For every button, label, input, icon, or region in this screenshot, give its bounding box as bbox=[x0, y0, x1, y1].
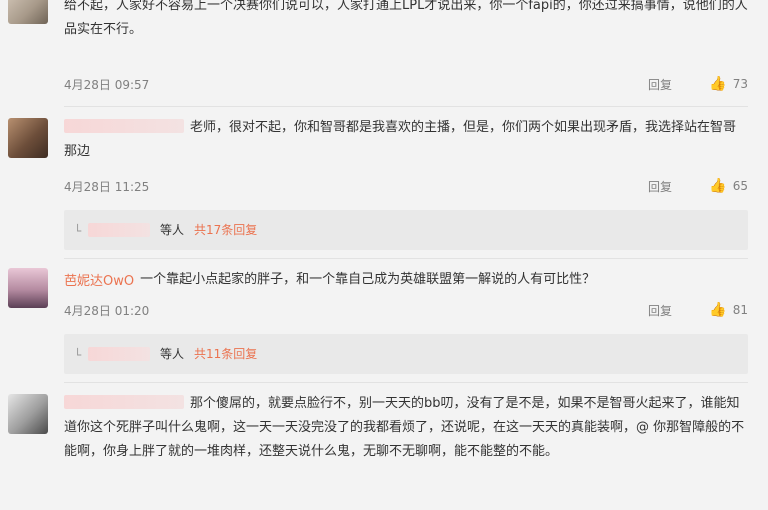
comment-text: 给不起，人家好不容易上一个决赛你们说可以，人家打通上LPL才说出来，你一个fap… bbox=[64, 0, 748, 37]
divider bbox=[64, 106, 748, 107]
avatar[interactable] bbox=[8, 268, 48, 308]
like-count: 65 bbox=[732, 179, 748, 193]
avatar[interactable] bbox=[8, 118, 48, 158]
like-count: 73 bbox=[732, 77, 748, 91]
thumbs-up-icon: 👍 bbox=[709, 302, 727, 318]
sub-reply-bar[interactable]: └ 等人 共17条回复 bbox=[64, 210, 748, 250]
comment-meta: 4月28日 01:20 回复 👍 81 bbox=[64, 302, 748, 322]
sub-reply-more-link[interactable]: 共11条回复 bbox=[194, 345, 257, 362]
comment-body: 芭妮达OwO 一个靠起小点起家的胖子，和一个靠自己成为英雄联盟第一解说的人有可比性… bbox=[64, 268, 748, 292]
avatar[interactable] bbox=[8, 394, 48, 434]
sub-reply-bar[interactable]: └ 等人 共11条回复 bbox=[64, 334, 748, 374]
reply-button[interactable]: 回复 bbox=[648, 302, 672, 319]
comment-meta: 4月28日 09:57 回复 👍 73 bbox=[64, 76, 748, 96]
sub-reply-etc: 等人 bbox=[160, 223, 185, 237]
like-button[interactable]: 👍 65 bbox=[704, 178, 748, 194]
avatar[interactable] bbox=[8, 0, 48, 24]
corner-arrow-icon: └ bbox=[74, 224, 82, 238]
like-button[interactable]: 👍 73 bbox=[704, 76, 748, 92]
comment-text: 一个靠起小点起家的胖子，和一个靠自己成为英雄联盟第一解说的人有可比性？ bbox=[140, 272, 596, 287]
username[interactable]: 芭妮达OwO bbox=[64, 270, 134, 289]
comment-body: 老师，很对不起，你和智哥都是我喜欢的主播，但是，你们两个如果出现矛盾，我选择站在… bbox=[64, 116, 748, 164]
like-button[interactable]: 👍 81 bbox=[704, 302, 748, 318]
sub-reply-etc: 等人 bbox=[160, 347, 185, 361]
corner-arrow-icon: └ bbox=[74, 348, 82, 362]
divider bbox=[64, 382, 748, 383]
reply-button[interactable]: 回复 bbox=[648, 76, 672, 93]
comment-meta: 4月28日 11:25 回复 👍 65 bbox=[64, 178, 748, 198]
username[interactable] bbox=[64, 119, 184, 133]
sub-reply-username[interactable] bbox=[88, 223, 150, 237]
comment-date: 4月28日 09:57 bbox=[64, 78, 150, 92]
comment-feed: 给不起，人家好不容易上一个决赛你们说可以，人家打通上LPL才说出来，你一个fap… bbox=[0, 0, 768, 510]
divider bbox=[64, 258, 748, 259]
comment-date: 4月28日 01:20 bbox=[64, 304, 150, 318]
thumbs-up-icon: 👍 bbox=[709, 178, 727, 194]
comment-date: 4月28日 11:25 bbox=[64, 180, 150, 194]
reply-button[interactable]: 回复 bbox=[648, 178, 672, 195]
username[interactable] bbox=[64, 395, 184, 409]
thumbs-up-icon: 👍 bbox=[709, 76, 727, 92]
sub-reply-more-link[interactable]: 共17条回复 bbox=[194, 221, 257, 238]
sub-reply-username[interactable] bbox=[88, 347, 150, 361]
comment-body: 给不起，人家好不容易上一个决赛你们说可以，人家打通上LPL才说出来，你一个fap… bbox=[64, 0, 748, 42]
comment-body: 那个傻屌的，就要点脸行不，别一天天的bb叨，没有了是不是，如果不是智哥火起来了，… bbox=[64, 392, 748, 464]
like-count: 81 bbox=[732, 303, 748, 317]
